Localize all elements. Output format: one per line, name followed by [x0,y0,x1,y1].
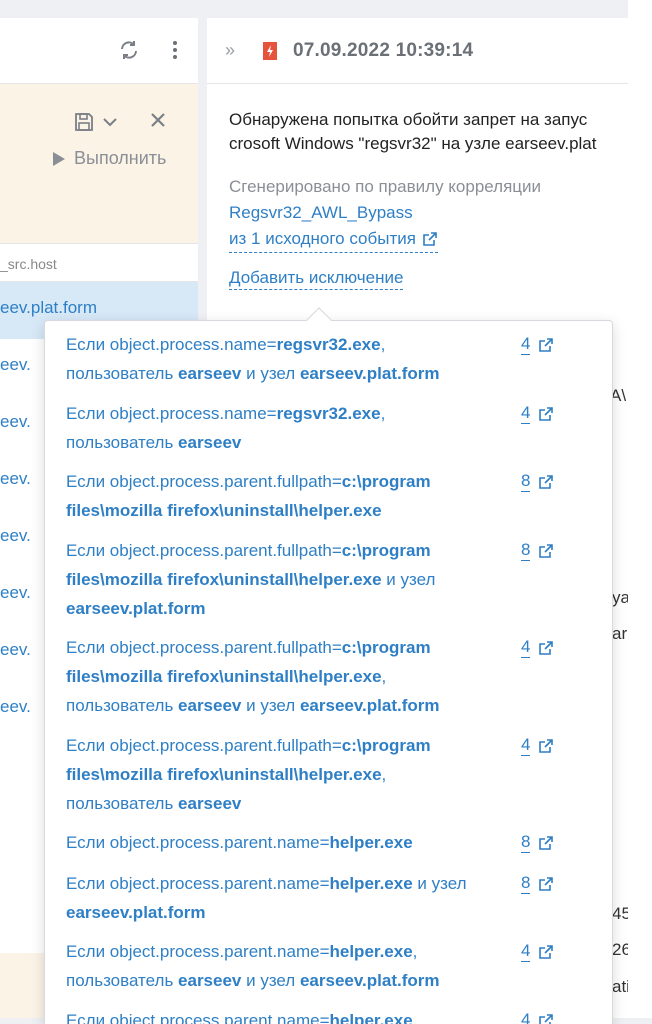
external-link-icon[interactable] [538,337,554,353]
exception-count[interactable]: 8 [521,828,554,857]
save-icon[interactable] [72,110,96,134]
event-description-line-1: Обнаружена попытка обойти запрет на запу… [229,110,588,129]
external-link-icon[interactable] [538,640,554,656]
play-icon [53,151,65,166]
expand-panel-icon[interactable]: » [225,40,249,61]
external-link-icon[interactable] [538,835,554,851]
external-link-icon [423,232,437,246]
event-description-line-2: crosoft Windows "regsvr32" на узле earse… [229,134,597,153]
exception-count-value[interactable]: 4 [521,1010,530,1024]
exception-condition[interactable]: Если object.process.parent.fullpath=c:\p… [66,536,506,623]
more-menu-icon[interactable] [166,38,184,62]
exception-count[interactable]: 4 [521,1006,554,1024]
event-body: Обнаружена попытка обойти запрет на запу… [207,84,628,290]
exception-count-value[interactable]: 4 [521,403,531,424]
source-events-label: из 1 исходного события [229,229,416,248]
event-header: » 07.09.2022 10:39:14 [207,18,628,84]
exception-count-value[interactable]: 8 [521,832,531,853]
exception-count[interactable]: 8 [521,536,554,565]
run-button-label: Выполнить [74,148,167,168]
close-icon[interactable] [148,110,168,130]
column-header[interactable]: _src.host [0,244,198,282]
background-text-fragment: ya [612,588,628,607]
refresh-icon[interactable] [117,38,141,62]
exception-count[interactable]: 4 [521,399,554,428]
background-text-fragment: 26 [612,940,628,959]
exception-condition[interactable]: Если object.process.parent.name=helper.e… [66,828,506,857]
background-text-fragment: ar [612,624,628,643]
exception-condition[interactable]: Если object.process.parent.fullpath=c:\p… [66,731,506,818]
exception-count-value[interactable]: 8 [521,471,531,492]
exception-count-value[interactable]: 4 [521,637,531,658]
chevron-down-icon[interactable] [100,112,120,132]
add-exception-link[interactable]: Добавить исключение [229,267,404,290]
external-link-icon[interactable] [538,876,554,892]
external-link-icon[interactable] [538,474,554,490]
exception-condition[interactable]: Если object.process.parent.name=helper.e… [66,869,506,927]
generated-by-label: Сгенерировано по правилу корреляции [229,177,542,196]
exception-count-value[interactable]: 4 [521,735,531,756]
top-strip [0,0,652,18]
exception-count[interactable]: 4 [521,330,554,359]
external-link-icon[interactable] [538,738,554,754]
exception-condition[interactable]: Если object.process.parent.fullpath=c:\p… [66,633,506,720]
external-link-icon[interactable] [538,543,554,559]
external-link-icon[interactable] [538,944,554,960]
exception-condition[interactable]: Если object.process.parent.name=helper.e… [66,1006,506,1024]
exception-count-value[interactable]: 8 [521,540,531,561]
background-text-fragment: ati [612,977,628,996]
exception-condition[interactable]: Если object.process.parent.fullpath=c:\p… [66,467,506,525]
exception-count[interactable]: 4 [521,731,554,760]
exception-count-value[interactable]: 4 [521,941,531,962]
exception-condition[interactable]: Если object.process.name=regsvr32.exe, по… [66,399,506,457]
exception-suggestions-popup: Если object.process.name=regsvr32.exe, по… [44,320,613,1024]
query-panel-header [0,18,198,84]
query-editor[interactable]: Выполнить [0,84,198,244]
exception-count-value[interactable]: 8 [521,873,531,894]
source-events-link[interactable]: из 1 исходного события [229,226,438,253]
exception-count[interactable]: 8 [521,869,554,898]
exception-condition[interactable]: Если object.process.name=regsvr32.exe, по… [66,330,506,388]
exception-count[interactable]: 8 [521,467,554,496]
run-button[interactable]: Выполнить [52,148,166,169]
exception-count[interactable]: 4 [521,937,554,966]
external-link-icon[interactable] [538,1013,554,1024]
exception-count[interactable]: 4 [521,633,554,662]
exception-count-value[interactable]: 4 [521,334,531,355]
window-edge [628,0,652,1024]
correlation-rule-link[interactable]: Regsvr32_AWL_Bypass [229,203,413,222]
severity-icon [261,41,279,61]
background-text-fragment: 45 [612,904,628,923]
event-datetime: 07.09.2022 10:39:14 [293,39,474,61]
external-link-icon[interactable] [538,406,554,422]
exception-condition[interactable]: Если object.process.parent.name=helper.e… [66,937,506,995]
